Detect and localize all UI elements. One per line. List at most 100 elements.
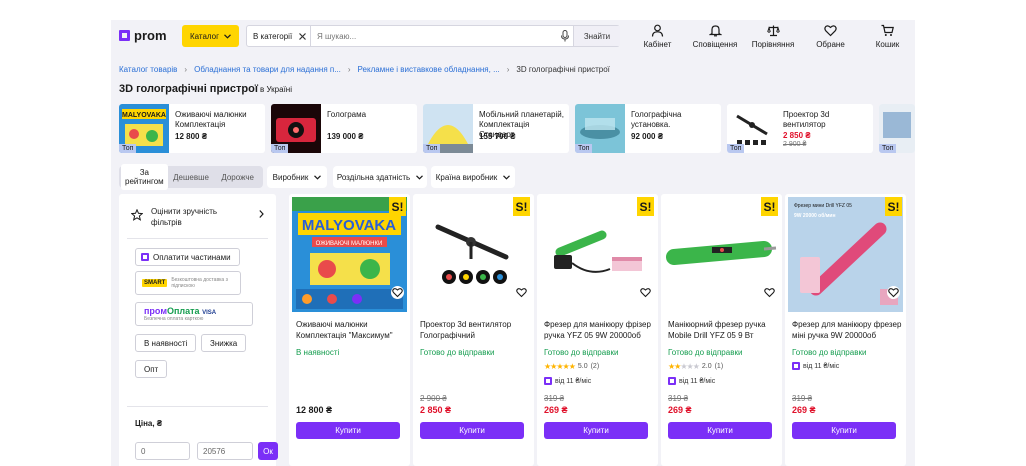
wholesale-chip[interactable]: Опт bbox=[135, 360, 168, 378]
compare-button[interactable]: Порівняння bbox=[744, 24, 802, 49]
breadcrumb-link-catalog[interactable]: Каталог товарів bbox=[119, 65, 177, 74]
sort-cheaper[interactable]: Дешевше bbox=[168, 169, 215, 186]
installment-icon bbox=[668, 377, 676, 385]
heart-icon[interactable] bbox=[515, 286, 528, 299]
search-category-chip[interactable]: В категорії bbox=[247, 26, 311, 46]
buy-button[interactable]: Купити bbox=[668, 422, 772, 439]
sort-expensive[interactable]: Дорожче bbox=[214, 169, 261, 186]
top-badge: Топ bbox=[575, 144, 593, 153]
heart-icon[interactable] bbox=[391, 286, 404, 299]
top-product-card[interactable]: Топ bbox=[879, 104, 915, 153]
price-from-input[interactable] bbox=[135, 442, 190, 460]
search-input[interactable] bbox=[317, 30, 547, 42]
product-title[interactable]: Проектор 3d вентилятор Голографічний Сві… bbox=[420, 319, 530, 341]
cabinet-button[interactable]: Кабінет bbox=[629, 24, 686, 49]
notifications-label: Сповіщення bbox=[692, 40, 738, 49]
visa-mark: VISA bbox=[202, 310, 217, 316]
review-count: (1) bbox=[714, 363, 724, 370]
catalog-button[interactable]: Каталог bbox=[182, 25, 239, 47]
cart-icon bbox=[881, 24, 894, 36]
product-card[interactable]: Фрезер мини Drill YFZ 05 9W 20000 об/мин … bbox=[785, 194, 906, 466]
product-title[interactable]: Фрезер для манікюру фрезер міні ручка 9W… bbox=[792, 319, 902, 341]
chevron-right-icon bbox=[259, 210, 264, 218]
top-product-card[interactable]: Топ Мобільний планетарій, Комплектація С… bbox=[423, 104, 569, 153]
price-apply-button[interactable]: Ок bbox=[258, 442, 278, 460]
header-actions: Кабінет Сповіщення Порівняння Обране Кош… bbox=[629, 24, 915, 49]
heart-icon[interactable] bbox=[639, 286, 652, 299]
buy-button[interactable]: Купити bbox=[296, 422, 400, 439]
filter-country[interactable]: Країна виробник bbox=[431, 166, 515, 188]
image-subcaption: 9W 20000 об/мин bbox=[794, 212, 836, 219]
top-product-card[interactable]: Топ Голограма 139 000 ₴ bbox=[271, 104, 417, 153]
breadcrumb-link-equipment[interactable]: Обладнання та товари для надання п... bbox=[194, 65, 341, 74]
search-category-label: В категорії bbox=[253, 31, 293, 41]
product-card[interactable]: S! Фрезер для манікюру фрізер ручка YFZ … bbox=[537, 194, 658, 466]
installment-icon bbox=[792, 362, 800, 370]
product-card[interactable]: S! Манікюрний фрезер ручка Mobile Drill … bbox=[661, 194, 782, 466]
filter-resolution[interactable]: Роздільна здатність bbox=[333, 166, 427, 188]
product-old-price: 319 ₴ bbox=[544, 394, 565, 403]
buy-button[interactable]: Купити bbox=[420, 422, 524, 439]
top-product-card[interactable]: MALYOVAKA Топ Оживаючі малюнки Комплекта… bbox=[119, 104, 265, 153]
smart-chip[interactable]: SMART Безкоштовна доставка з підпискою bbox=[135, 271, 241, 295]
rating-value: 2.0 bbox=[701, 363, 712, 370]
top-product-title: Голографічна установка. bbox=[631, 110, 682, 129]
buy-button[interactable]: Купити bbox=[792, 422, 896, 439]
smart-badge: S! bbox=[761, 197, 778, 216]
chevron-right-icon: › bbox=[506, 65, 510, 74]
heart-icon bbox=[824, 25, 837, 37]
chevron-right-icon: › bbox=[347, 65, 351, 74]
microphone-icon[interactable] bbox=[560, 30, 570, 42]
in-stock-chip[interactable]: В наявності bbox=[135, 334, 197, 352]
star-rating-icon: ★★★★★ bbox=[544, 362, 576, 371]
bell-icon bbox=[708, 25, 722, 37]
sort-by-rating[interactable]: За рейтингом bbox=[121, 164, 168, 190]
prom-pay-chip[interactable]: промОплата VISA Безпечна оплата карткою bbox=[135, 302, 253, 326]
discount-chip[interactable]: Знижка bbox=[201, 334, 247, 352]
availability: Готово до відправки bbox=[668, 348, 743, 357]
prom-logo[interactable]: prom bbox=[119, 28, 167, 43]
filter-manufacturer-label: Виробник bbox=[272, 172, 309, 182]
filters-sidebar: Оцінити зручність фільтрів Оплатити част… bbox=[119, 194, 278, 466]
product-card[interactable]: S! Проектор 3d вентилятор Голографічний … bbox=[413, 194, 534, 466]
price-to-input[interactable] bbox=[197, 442, 253, 460]
availability: Готово до відправки bbox=[792, 348, 867, 357]
availability: В наявності bbox=[296, 348, 340, 357]
notifications-button[interactable]: Сповіщення bbox=[686, 24, 744, 49]
image-subcaption: ОЖИВАЮЧІ МАЛЮНКИ bbox=[316, 241, 383, 247]
smart-badge: S! bbox=[885, 197, 902, 216]
buy-button[interactable]: Купити bbox=[544, 422, 648, 439]
close-icon[interactable] bbox=[299, 32, 307, 40]
chevron-right-icon: › bbox=[184, 65, 188, 74]
pay-in-parts-chip[interactable]: Оплатити частинами bbox=[135, 248, 240, 266]
product-title[interactable]: Оживаючі малюнки Комплектація "Максимум" bbox=[296, 319, 406, 341]
top-product-price: 155 700 ₴ bbox=[479, 132, 516, 141]
page-title: 3D голографічні пристрої в Україні bbox=[119, 83, 292, 95]
heart-icon[interactable] bbox=[887, 286, 900, 299]
installment: від 11 ₴/міс bbox=[668, 377, 715, 385]
installment-text: від 11 ₴/міс bbox=[555, 377, 592, 385]
scales-icon bbox=[766, 25, 780, 37]
favorites-button[interactable]: Обране bbox=[802, 24, 859, 49]
top-product-card[interactable]: Топ Проектор 3d вентилятор 2 850 ₴ 2 900… bbox=[727, 104, 873, 153]
cart-button[interactable]: Кошик bbox=[859, 24, 915, 49]
top-badge: Топ bbox=[879, 144, 897, 153]
top-product-title: Оживаючі малюнки Комплектація bbox=[175, 110, 247, 129]
product-title[interactable]: Фрезер для манікюру фрізер ручка YFZ 05 … bbox=[544, 319, 654, 341]
product-title[interactable]: Манікюрний фрезер ручка Mobile Drill YFZ… bbox=[668, 319, 778, 341]
search-button[interactable]: Знайти bbox=[573, 26, 620, 46]
page-title-text: 3D голографічні пристрої bbox=[119, 83, 258, 95]
breadcrumb-current: 3D голографічні пристрої bbox=[516, 65, 610, 74]
prom-pay-logo: промОплата VISA bbox=[144, 306, 216, 316]
filter-manufacturer[interactable]: Виробник bbox=[267, 166, 327, 188]
heart-icon[interactable] bbox=[763, 286, 776, 299]
product-old-price: 2 900 ₴ bbox=[420, 394, 447, 403]
top-product-card[interactable]: Топ Голографічна установка. 92 000 ₴ bbox=[575, 104, 721, 153]
product-card[interactable]: MALYOVAKA ОЖИВАЮЧІ МАЛЮНКИ S! Оживаючі ма… bbox=[289, 194, 410, 466]
breadcrumb-link-advertising[interactable]: Рекламне і виставкове обладнання, ... bbox=[358, 65, 500, 74]
top-product-title: Проектор 3d вентилятор bbox=[783, 110, 830, 129]
top-product-price: 92 000 ₴ bbox=[631, 132, 664, 141]
top-products-strip: MALYOVAKA Топ Оживаючі малюнки Комплекта… bbox=[119, 104, 915, 153]
prom-pay-sub: Безпечна оплата карткою bbox=[144, 316, 204, 322]
breadcrumb: Каталог товарів › Обладнання та товари д… bbox=[119, 65, 610, 74]
